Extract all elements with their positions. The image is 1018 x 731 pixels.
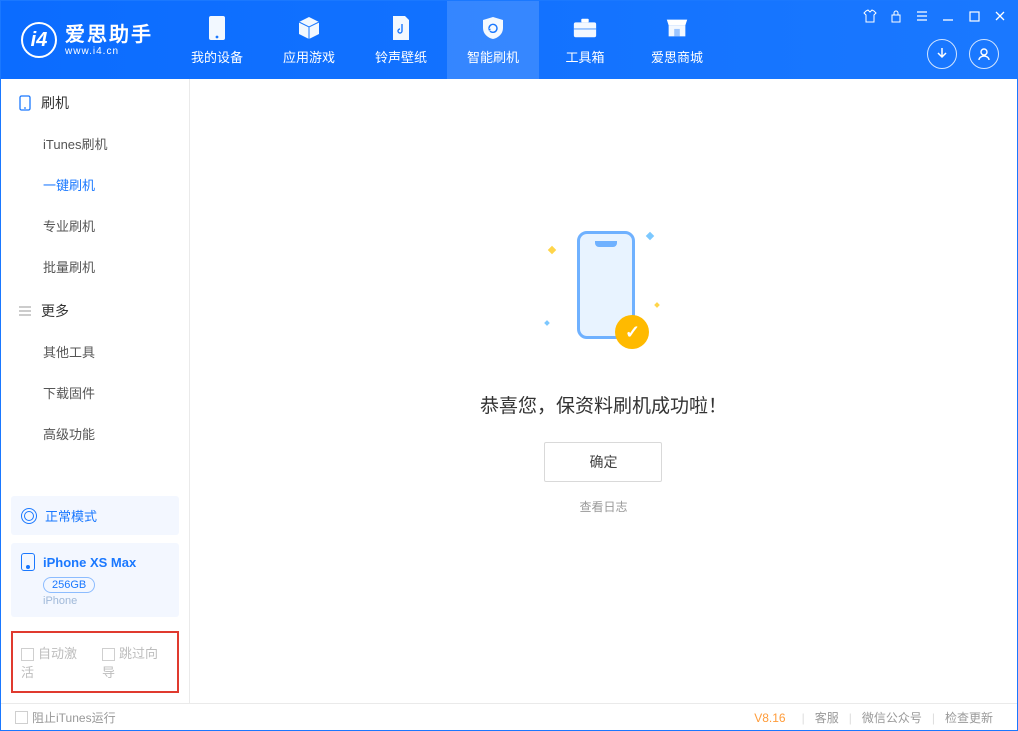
nav-label: 工具箱 [565, 47, 604, 66]
nav-label: 我的设备 [191, 47, 243, 66]
device-type: iPhone [43, 595, 169, 607]
success-title: 恭喜您，保资料刷机成功啦！ [480, 391, 727, 418]
check-update-link[interactable]: 检查更新 [935, 709, 1003, 726]
main-content: ✓ 恭喜您，保资料刷机成功啦！ 确定 查看日志 [190, 79, 1017, 703]
refresh-shield-icon [480, 15, 506, 41]
nav-label: 铃声壁纸 [375, 47, 427, 66]
close-button[interactable] [993, 9, 1007, 23]
version-label: V8.16 [754, 711, 785, 725]
sidebar-item-download-firmware[interactable]: 下载固件 [1, 372, 189, 413]
sidebar: 刷机 iTunes刷机 一键刷机 专业刷机 批量刷机 更多 其他工具 下载固件 … [1, 79, 190, 703]
nav-flash[interactable]: 智能刷机 [447, 1, 539, 79]
nav-store[interactable]: 爱思商城 [631, 1, 723, 79]
skip-guide-checkbox[interactable]: 跳过向导 [102, 643, 169, 681]
app-header: i4 爱思助手 www.i4.cn 我的设备 应用游戏 铃声壁纸 [1, 1, 1017, 79]
window-controls [863, 9, 1007, 23]
device-card[interactable]: iPhone XS Max 256GB iPhone [11, 543, 179, 617]
sidebar-group-flash: 刷机 [1, 79, 189, 123]
cube-icon [296, 15, 322, 41]
device-mode-button[interactable]: 正常模式 [11, 496, 179, 535]
sidebar-item-batch-flash[interactable]: 批量刷机 [1, 246, 189, 287]
block-itunes-label: 阻止iTunes运行 [32, 709, 116, 726]
flash-options-highlight: 自动激活 跳过向导 [11, 631, 179, 693]
logo-icon: i4 [21, 22, 57, 58]
device-name: iPhone XS Max [43, 555, 136, 570]
phone-success-illustration: ✓ [559, 227, 647, 367]
nav-label: 智能刷机 [467, 47, 519, 66]
device-name-row: iPhone XS Max [21, 553, 169, 571]
phone-icon [21, 553, 35, 571]
sidebar-item-pro-flash[interactable]: 专业刷机 [1, 205, 189, 246]
nav-label: 爱思商城 [651, 47, 703, 66]
ok-button[interactable]: 确定 [544, 442, 662, 482]
sidebar-item-itunes-flash[interactable]: iTunes刷机 [1, 123, 189, 164]
account-button[interactable] [969, 39, 999, 69]
app-logo: i4 爱思助手 www.i4.cn [1, 1, 171, 79]
sidebar-group-label: 更多 [41, 301, 69, 321]
app-url: www.i4.cn [65, 46, 153, 57]
briefcase-icon [572, 15, 598, 41]
tshirt-icon[interactable] [863, 9, 877, 23]
store-icon [664, 15, 690, 41]
lock-icon[interactable] [889, 9, 903, 23]
device-icon [204, 15, 230, 41]
body: 刷机 iTunes刷机 一键刷机 专业刷机 批量刷机 更多 其他工具 下载固件 … [1, 79, 1017, 703]
maximize-button[interactable] [967, 9, 981, 23]
wechat-link[interactable]: 微信公众号 [852, 709, 932, 726]
phone-outline-icon [17, 95, 33, 111]
check-badge-icon: ✓ [615, 315, 649, 349]
device-capacity: 256GB [43, 577, 95, 593]
mode-icon [21, 508, 37, 524]
mode-label: 正常模式 [45, 506, 97, 525]
download-button[interactable] [927, 39, 957, 69]
app-title: 爱思助手 [65, 24, 153, 46]
nav-my-device[interactable]: 我的设备 [171, 1, 263, 79]
status-bar: 阻止iTunes运行 V8.16 | 客服 | 微信公众号 | 检查更新 [1, 703, 1017, 731]
nav-ringtones[interactable]: 铃声壁纸 [355, 1, 447, 79]
logo-title: 爱思助手 www.i4.cn [65, 24, 153, 57]
view-log-link[interactable]: 查看日志 [579, 498, 627, 515]
block-itunes-checkbox[interactable]: 阻止iTunes运行 [15, 709, 116, 726]
nav-toolbox[interactable]: 工具箱 [539, 1, 631, 79]
support-link[interactable]: 客服 [805, 709, 849, 726]
top-nav: 我的设备 应用游戏 铃声壁纸 智能刷机 工具箱 [171, 1, 723, 79]
list-icon [17, 303, 33, 319]
sidebar-group-more: 更多 [1, 287, 189, 331]
sidebar-item-advanced[interactable]: 高级功能 [1, 413, 189, 454]
nav-label: 应用游戏 [283, 47, 335, 66]
sidebar-item-other-tools[interactable]: 其他工具 [1, 331, 189, 372]
nav-apps[interactable]: 应用游戏 [263, 1, 355, 79]
auto-activate-checkbox[interactable]: 自动激活 [21, 643, 88, 681]
music-file-icon [388, 15, 414, 41]
sidebar-item-oneclick-flash[interactable]: 一键刷机 [1, 164, 189, 205]
sidebar-group-label: 刷机 [41, 93, 69, 113]
minimize-button[interactable] [941, 9, 955, 23]
menu-icon[interactable] [915, 9, 929, 23]
flash-success-panel: ✓ 恭喜您，保资料刷机成功啦！ 确定 查看日志 [480, 227, 727, 515]
header-actions [927, 39, 999, 69]
